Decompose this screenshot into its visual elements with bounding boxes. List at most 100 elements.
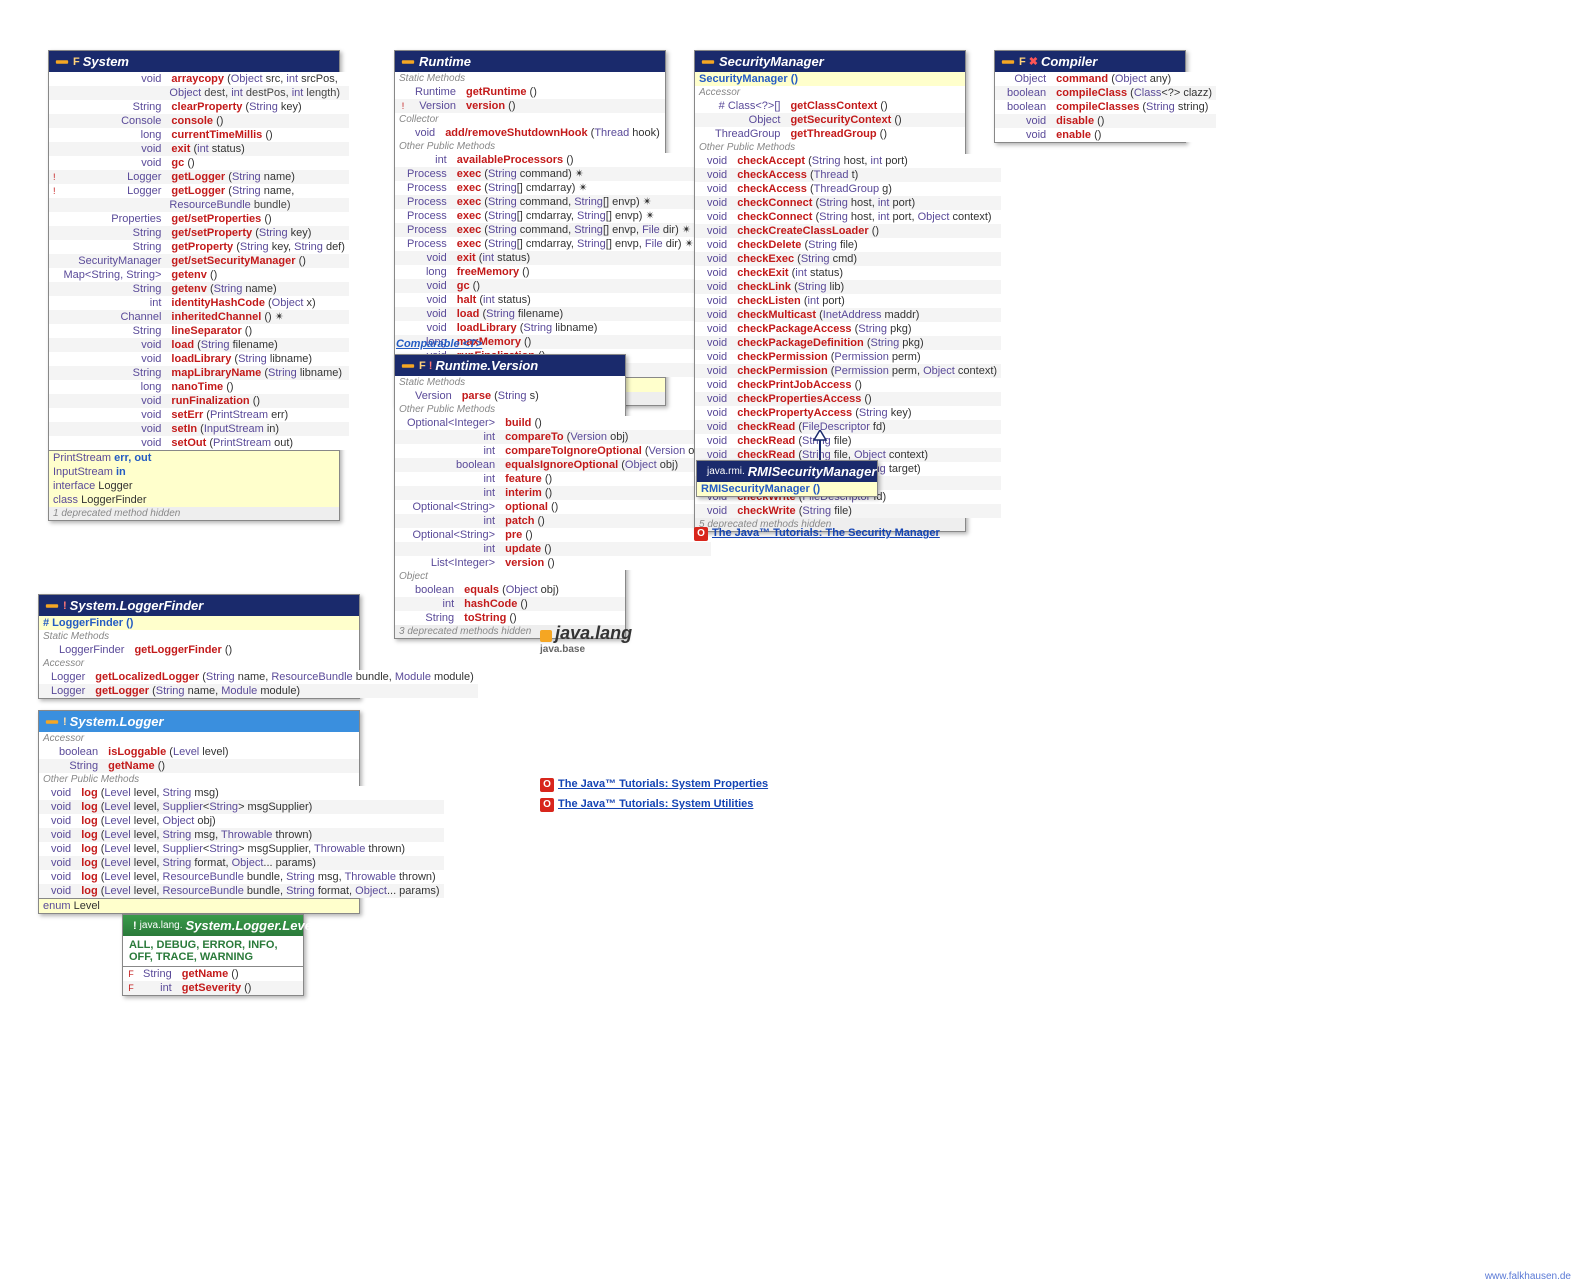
member-row[interactable]: void setErr (PrintStream err): [49, 408, 349, 422]
member-row[interactable]: Channel inheritedChannel () ✴: [49, 310, 349, 324]
member-row[interactable]: Version parse (String s): [395, 389, 625, 403]
member-row[interactable]: Optional<Integer> build (): [395, 416, 711, 430]
member-row[interactable]: String mapLibraryName (String libname): [49, 366, 349, 380]
member-row[interactable]: void load (String filename): [395, 307, 698, 321]
member-row[interactable]: void gc (): [395, 279, 698, 293]
member-row[interactable]: void enable (): [995, 128, 1216, 142]
member-row[interactable]: void log (Level level, String msg): [39, 786, 444, 800]
member-row[interactable]: void checkExit (int status): [695, 266, 1001, 280]
class-header[interactable]: F ✖ Compiler: [995, 51, 1185, 72]
member-row[interactable]: long currentTimeMillis (): [49, 128, 349, 142]
field-row[interactable]: PrintStream err, out: [49, 451, 339, 465]
member-row[interactable]: void checkPackageDefinition (String pkg): [695, 336, 1001, 350]
implements-label[interactable]: Comparable <T>: [396, 338, 482, 350]
member-row[interactable]: String getName (): [39, 759, 359, 773]
member-row[interactable]: void checkRead (String file): [695, 434, 1001, 448]
member-row[interactable]: void checkCreateClassLoader (): [695, 224, 1001, 238]
member-row[interactable]: void checkPropertiesAccess (): [695, 392, 1001, 406]
class-header[interactable]: SecurityManager: [695, 51, 965, 72]
member-row[interactable]: Process exec (String[] cmdarray, String[…: [395, 237, 698, 251]
member-row[interactable]: boolean equals (Object obj): [395, 583, 625, 597]
member-row[interactable]: String clearProperty (String key): [49, 100, 349, 114]
member-row[interactable]: void exit (int status): [395, 251, 698, 265]
member-row[interactable]: void checkAccess (Thread t): [695, 168, 1001, 182]
member-row[interactable]: Object getSecurityContext (): [695, 113, 965, 127]
member-row[interactable]: boolean compileClass (Class<?> clazz): [995, 86, 1216, 100]
member-row[interactable]: int compareToIgnoreOptional (Version obj…: [395, 444, 711, 458]
field-row[interactable]: InputStream in: [49, 465, 339, 479]
member-row[interactable]: void checkPackageAccess (String pkg): [695, 322, 1001, 336]
member-row[interactable]: int feature (): [395, 472, 711, 486]
member-row[interactable]: boolean isLoggable (Level level): [39, 745, 359, 759]
member-row[interactable]: int identityHashCode (Object x): [49, 296, 349, 310]
member-row[interactable]: void log (Level level, ResourceBundle bu…: [39, 870, 444, 884]
member-row[interactable]: void log (Level level, Object obj): [39, 814, 444, 828]
member-row[interactable]: String getenv (String name): [49, 282, 349, 296]
member-row[interactable]: void log (Level level, String msg, Throw…: [39, 828, 444, 842]
member-row[interactable]: F int getSeverity (): [123, 981, 303, 995]
member-row[interactable]: void checkConnect (String host, int port…: [695, 210, 1001, 224]
member-row[interactable]: void add/removeShutdownHook (Thread hook…: [395, 126, 665, 140]
constructor-row[interactable]: SecurityManager (): [695, 72, 965, 86]
interface-header[interactable]: ! System.Logger: [39, 711, 359, 732]
member-row[interactable]: void checkPermission (Permission perm): [695, 350, 1001, 364]
member-row[interactable]: F String getName (): [123, 967, 303, 981]
member-row[interactable]: int compareTo (Version obj): [395, 430, 711, 444]
member-row[interactable]: void gc (): [49, 156, 349, 170]
member-row[interactable]: # Class<?>[] getClassContext (): [695, 99, 965, 113]
member-row[interactable]: void checkMulticast (InetAddress maddr): [695, 308, 1001, 322]
member-row[interactable]: Properties get/setProperties (): [49, 212, 349, 226]
member-row[interactable]: void checkPropertyAccess (String key): [695, 406, 1001, 420]
member-row[interactable]: void checkPrintJobAccess (): [695, 378, 1001, 392]
member-row[interactable]: ! Logger getLogger (String name): [49, 170, 349, 184]
external-link-security[interactable]: OThe Java™ Tutorials: The Security Manag…: [694, 527, 940, 541]
member-row[interactable]: Map<String, String> getenv (): [49, 268, 349, 282]
member-row[interactable]: void checkExec (String cmd): [695, 252, 1001, 266]
member-row[interactable]: Console console (): [49, 114, 349, 128]
member-row[interactable]: ThreadGroup getThreadGroup (): [695, 127, 965, 141]
member-row[interactable]: int patch (): [395, 514, 711, 528]
member-row[interactable]: void checkConnect (String host, int port…: [695, 196, 1001, 210]
member-row[interactable]: LoggerFinder getLoggerFinder (): [39, 643, 359, 657]
member-row[interactable]: Process exec (String command, String[] e…: [395, 195, 698, 209]
member-row[interactable]: int interim (): [395, 486, 711, 500]
external-link-sysutil[interactable]: OThe Java™ Tutorials: System Utilities: [540, 798, 753, 812]
member-row[interactable]: void exit (int status): [49, 142, 349, 156]
member-row[interactable]: String get/setProperty (String key): [49, 226, 349, 240]
member-row[interactable]: void log (Level level, String format, Ob…: [39, 856, 444, 870]
member-row[interactable]: SecurityManager get/setSecurityManager (…: [49, 254, 349, 268]
member-row[interactable]: boolean compileClasses (String string): [995, 100, 1216, 114]
member-row[interactable]: void log (Level level, ResourceBundle bu…: [39, 884, 444, 898]
class-header[interactable]: F ! Runtime.Version: [395, 355, 625, 376]
member-row[interactable]: void log (Level level, Supplier<String> …: [39, 800, 444, 814]
inner-type-row[interactable]: interface Logger: [49, 479, 339, 493]
member-row[interactable]: ! Version version (): [395, 99, 665, 113]
class-header[interactable]: Runtime: [395, 51, 665, 72]
constructor-row[interactable]: RMISecurityManager (): [697, 482, 877, 496]
member-row[interactable]: Process exec (String command) ✴: [395, 167, 698, 181]
member-row[interactable]: Logger getLocalizedLogger (String name, …: [39, 670, 478, 684]
enum-header[interactable]: ! java.lang.System.Logger.Level: [123, 915, 303, 936]
external-link-sysprops[interactable]: OThe Java™ Tutorials: System Properties: [540, 778, 768, 792]
member-row[interactable]: void checkRead (FileDescriptor fd): [695, 420, 1001, 434]
member-row[interactable]: void checkListen (int port): [695, 294, 1001, 308]
member-row[interactable]: void loadLibrary (String libname): [49, 352, 349, 366]
member-row[interactable]: void checkAccess (ThreadGroup g): [695, 182, 1001, 196]
member-row[interactable]: Logger getLogger (String name, Module mo…: [39, 684, 478, 698]
member-row[interactable]: List<Integer> version (): [395, 556, 711, 570]
constructor-row[interactable]: # LoggerFinder (): [39, 616, 359, 630]
member-row[interactable]: long freeMemory (): [395, 265, 698, 279]
inner-enum-row[interactable]: enum Level: [39, 899, 359, 913]
member-row[interactable]: void checkLink (String lib): [695, 280, 1001, 294]
member-row[interactable]: String getProperty (String key, String d…: [49, 240, 349, 254]
member-row[interactable]: void log (Level level, Supplier<String> …: [39, 842, 444, 856]
member-row[interactable]: Optional<String> pre (): [395, 528, 711, 542]
member-row[interactable]: int hashCode (): [395, 597, 625, 611]
member-row[interactable]: Optional<String> optional (): [395, 500, 711, 514]
member-row[interactable]: void setIn (InputStream in): [49, 422, 349, 436]
class-header[interactable]: ! System.LoggerFinder: [39, 595, 359, 616]
member-row[interactable]: String lineSeparator (): [49, 324, 349, 338]
member-row[interactable]: int update (): [395, 542, 711, 556]
member-row[interactable]: int availableProcessors (): [395, 153, 698, 167]
class-header[interactable]: java.rmi.RMISecurityManager: [697, 461, 877, 482]
